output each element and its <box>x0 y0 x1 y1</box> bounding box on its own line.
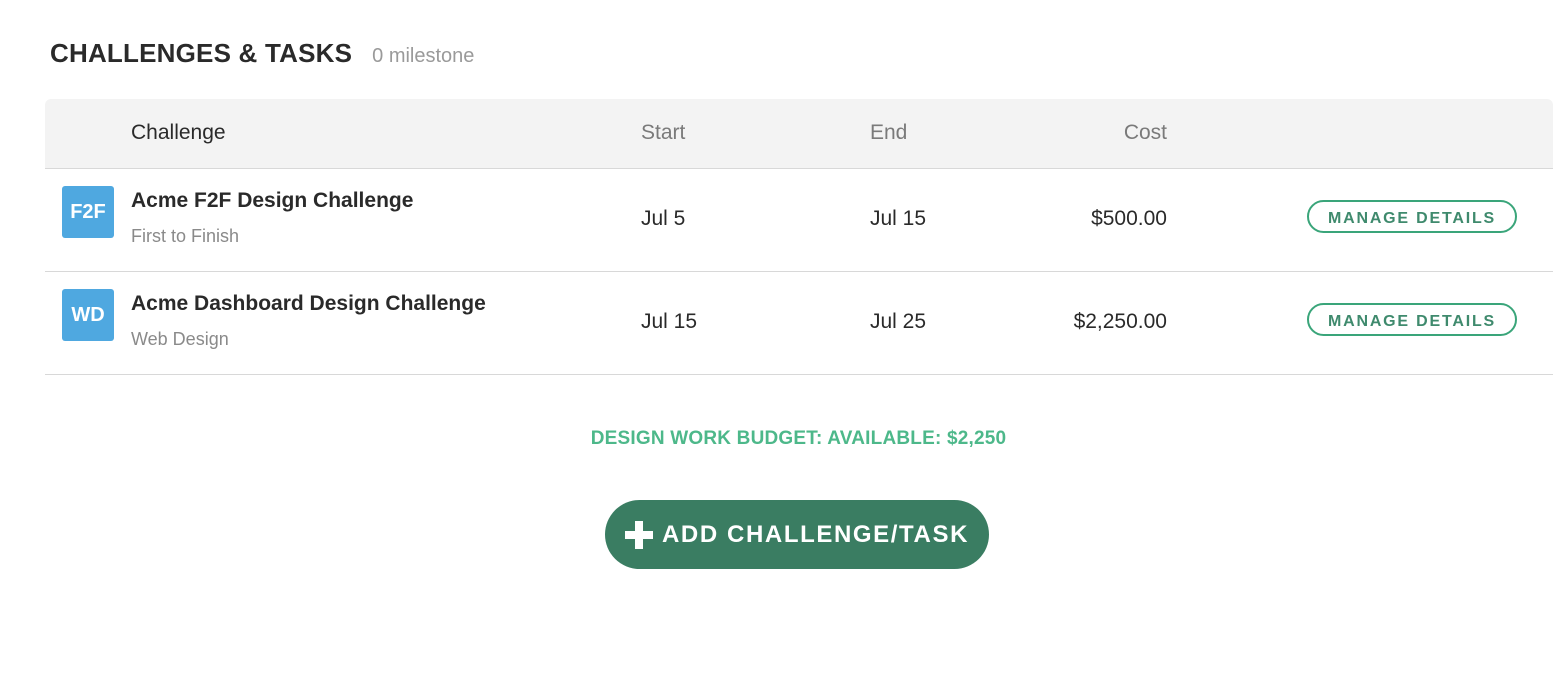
milestone-count: 0 milestone <box>372 45 475 67</box>
challenge-name: Acme Dashboard Design Challenge <box>131 292 486 315</box>
table-row: WD Acme Dashboard Design Challenge Web D… <box>45 272 1553 375</box>
end-date: Jul 15 <box>870 207 927 230</box>
challenge-type-badge: F2F <box>62 186 114 238</box>
column-header-start: Start <box>641 121 686 144</box>
challenge-type: Web Design <box>131 329 229 349</box>
start-date: Jul 15 <box>641 310 698 333</box>
start-date: Jul 5 <box>641 207 686 230</box>
budget-available-text: DESIGN WORK BUDGET: AVAILABLE: $2,250 <box>590 428 1007 449</box>
add-challenge-task-label: ADD CHALLENGE/TASK <box>661 520 969 548</box>
section-title: CHALLENGES & TASKS <box>50 38 353 68</box>
challenges-table: Challenge Start End Cost F2F Acme F2F De… <box>45 99 1553 375</box>
challenge-type: First to Finish <box>131 226 240 246</box>
end-date: Jul 25 <box>870 310 927 333</box>
table-header: Challenge Start End Cost <box>45 99 1553 169</box>
challenge-type-badge: WD <box>62 289 114 341</box>
column-header-end: End <box>870 121 908 144</box>
add-challenge-task-button[interactable]: ADD CHALLENGE/TASK <box>605 500 989 569</box>
plus-icon <box>624 520 653 549</box>
challenge-name: Acme F2F Design Challenge <box>131 189 414 212</box>
manage-details-button[interactable]: MANAGE DETAILS <box>1307 200 1517 233</box>
manage-details-button[interactable]: MANAGE DETAILS <box>1307 303 1517 336</box>
table-row: F2F Acme F2F Design Challenge First to F… <box>45 169 1553 272</box>
cost-value: $500.00 <box>1091 207 1167 230</box>
section-header: CHALLENGES & TASKS 0 milestone <box>50 38 474 69</box>
column-header-cost: Cost <box>1123 121 1167 144</box>
column-header-challenge: Challenge <box>131 121 226 144</box>
cost-value: $2,250.00 <box>1073 310 1167 333</box>
